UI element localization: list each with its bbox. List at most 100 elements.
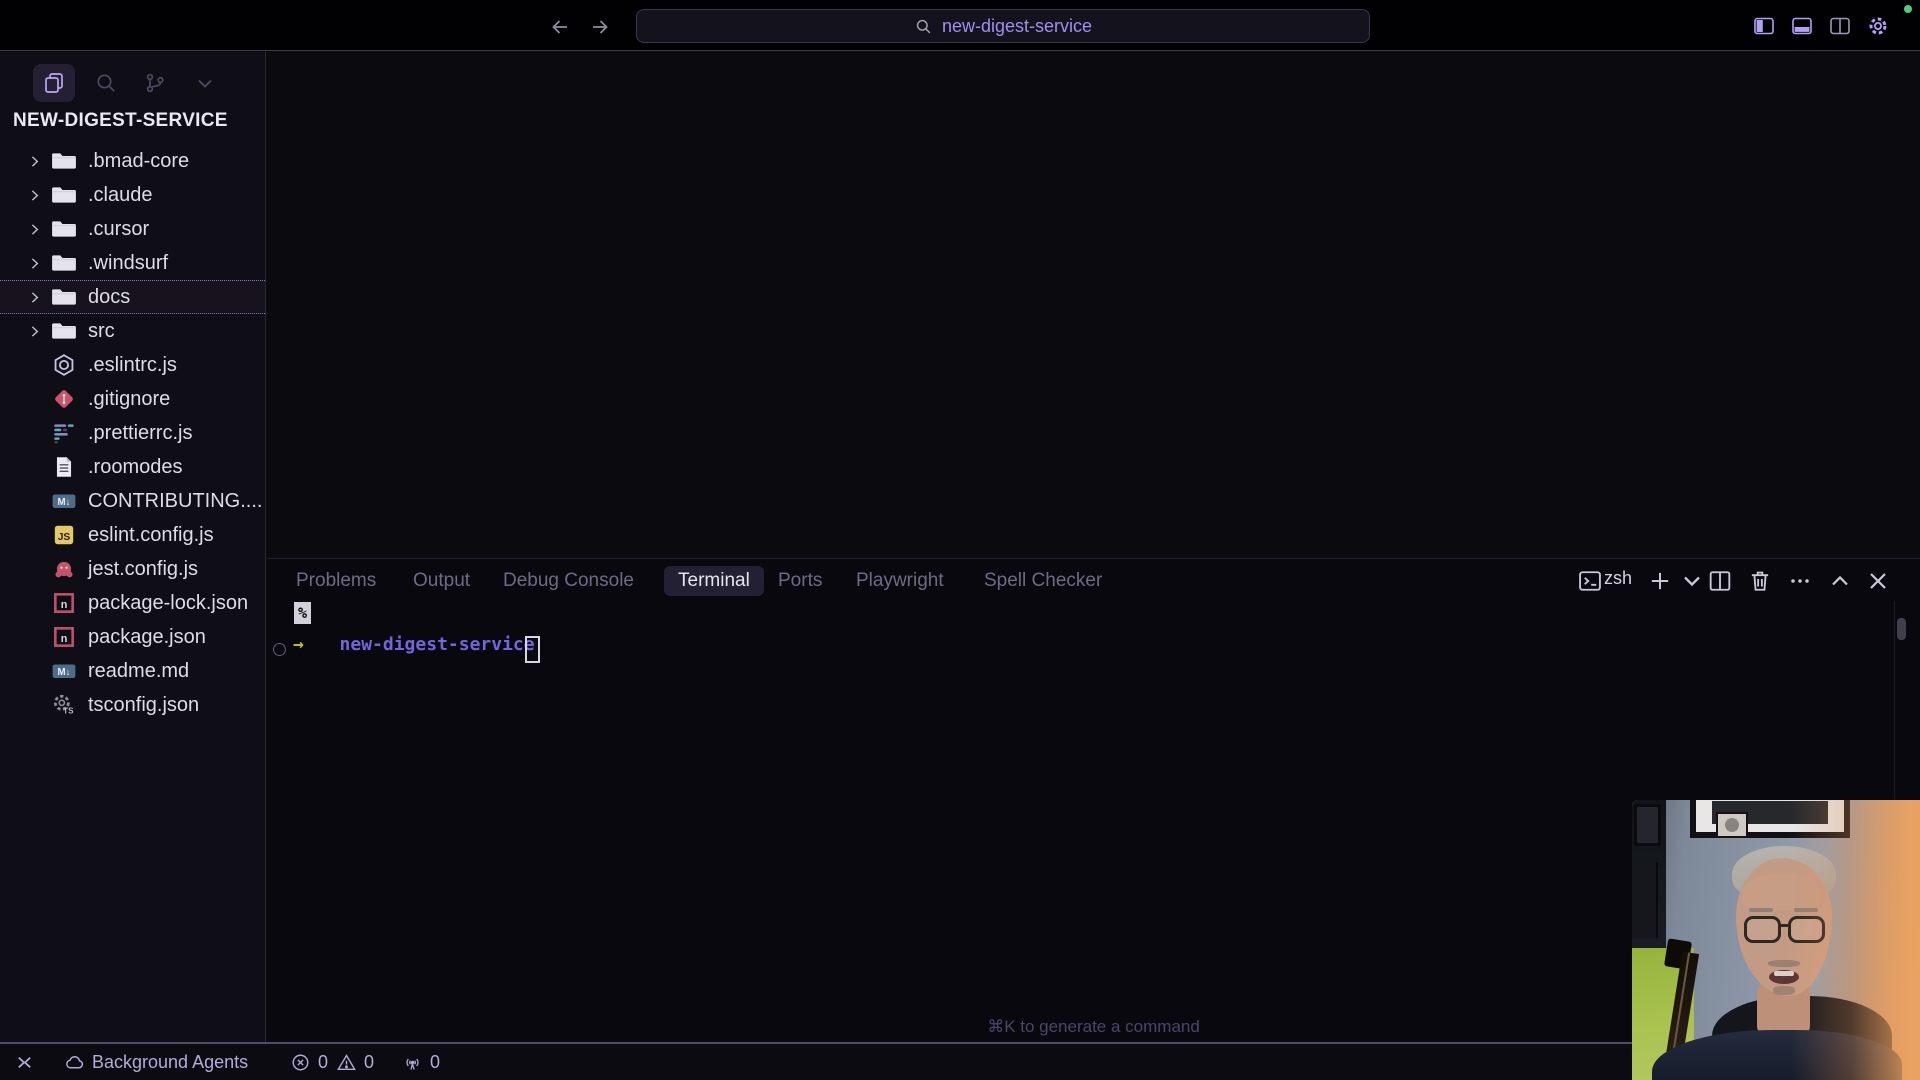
search-icon bbox=[916, 19, 931, 33]
tree-item-readme[interactable]: M↓ readme.md bbox=[0, 654, 265, 688]
background-agents-item[interactable]: Background Agents bbox=[64, 1044, 248, 1080]
broadcast-item[interactable]: 0 bbox=[402, 1044, 440, 1080]
tab-playwright[interactable]: Playwright bbox=[856, 566, 944, 596]
eslint-icon bbox=[50, 351, 78, 379]
markdown-icon: M↓ bbox=[50, 487, 78, 515]
kill-terminal-trash-icon[interactable] bbox=[1746, 567, 1774, 595]
tab-spell-checker[interactable]: Spell Checker bbox=[984, 566, 1102, 596]
chevron-right-icon bbox=[31, 291, 39, 303]
warning-count: 0 bbox=[364, 1051, 375, 1072]
tree-item-src[interactable]: src bbox=[0, 314, 265, 348]
tree-item-package-lock[interactable]: n package-lock.json bbox=[0, 586, 265, 620]
problems-warnings-item[interactable]: 0 bbox=[336, 1044, 374, 1080]
error-count: 0 bbox=[318, 1051, 329, 1072]
tree-item-bmad-core[interactable]: .bmad-core bbox=[0, 144, 265, 178]
svg-text:JS: JS bbox=[58, 532, 71, 543]
chevron-right-icon bbox=[31, 325, 39, 337]
split-editor-icon[interactable] bbox=[1828, 14, 1852, 38]
settings-gear-icon[interactable] bbox=[1866, 14, 1890, 38]
tree-item-contributing[interactable]: M↓ CONTRIBUTING.... bbox=[0, 484, 265, 518]
tab-debug-console[interactable]: Debug Console bbox=[503, 566, 634, 596]
explorer-tab-button[interactable] bbox=[33, 64, 75, 102]
toggle-sidebar-icon[interactable] bbox=[1752, 14, 1776, 38]
npm-icon: n bbox=[50, 589, 78, 617]
forward-arrow-icon[interactable] bbox=[588, 15, 612, 39]
terminal-prompt-line[interactable]: → new-digest-service bbox=[293, 634, 535, 655]
project-name: NEW-DIGEST-SERVICE bbox=[13, 110, 228, 131]
svg-text:n: n bbox=[61, 633, 68, 645]
command-decoration-circle[interactable] bbox=[273, 643, 286, 656]
tree-item-jest-config[interactable]: jest.config.js bbox=[0, 552, 265, 586]
tree-item-eslint-config[interactable]: JS eslint.config.js bbox=[0, 518, 265, 552]
svg-text:M↓: M↓ bbox=[58, 667, 71, 678]
cloud-icon bbox=[66, 1055, 84, 1068]
chevron-right-icon bbox=[31, 189, 39, 201]
explorer-sidebar: NEW-DIGEST-SERVICE .bmad-core .claude .c… bbox=[0, 52, 266, 1044]
webcam-overlay bbox=[1632, 800, 1920, 1080]
remote-indicator[interactable] bbox=[14, 1044, 35, 1080]
source-control-tab-button[interactable] bbox=[134, 64, 176, 102]
terminal-scrollbar-thumb[interactable] bbox=[1897, 618, 1906, 640]
new-terminal-plus-icon[interactable] bbox=[1646, 567, 1674, 595]
tree-item-package-json[interactable]: n package.json bbox=[0, 620, 265, 654]
tree-item-claude[interactable]: .claude bbox=[0, 178, 265, 212]
files-icon bbox=[45, 73, 63, 93]
recording-dot bbox=[1904, 5, 1912, 13]
broadcast-count: 0 bbox=[430, 1051, 441, 1072]
folder-icon bbox=[50, 147, 78, 175]
editor-area bbox=[267, 52, 1920, 558]
radio-tower-icon bbox=[406, 1058, 419, 1070]
npm-icon: n bbox=[50, 623, 78, 651]
terminal-continuation-line: % bbox=[294, 602, 312, 624]
tree-item-tsconfig[interactable]: TS tsconfig.json bbox=[0, 688, 265, 722]
jest-icon bbox=[50, 555, 78, 583]
tab-output[interactable]: Output bbox=[413, 566, 470, 596]
remote-angle-brackets-icon bbox=[18, 1056, 31, 1068]
tab-ports[interactable]: Ports bbox=[778, 566, 822, 596]
tree-item-windsurf[interactable]: .windsurf bbox=[0, 246, 265, 280]
more-actions-ellipsis-icon[interactable] bbox=[1786, 567, 1814, 595]
svg-text:M↓: M↓ bbox=[58, 497, 71, 508]
terminal-cursor bbox=[525, 636, 540, 663]
close-panel-x-icon[interactable] bbox=[1864, 567, 1892, 595]
zsh-partial-line-marker: % bbox=[294, 602, 312, 624]
background-agents-label: Background Agents bbox=[92, 1051, 249, 1072]
maximize-panel-chevron-up-icon[interactable] bbox=[1826, 567, 1854, 595]
back-arrow-icon[interactable] bbox=[548, 15, 572, 39]
toggle-panel-icon[interactable] bbox=[1790, 14, 1814, 38]
folder-icon bbox=[50, 215, 78, 243]
command-center-search[interactable]: new-digest-service bbox=[636, 9, 1370, 43]
tree-item-eslintrc[interactable]: .eslintrc.js bbox=[0, 348, 265, 382]
tree-item-gitignore[interactable]: .gitignore bbox=[0, 382, 265, 416]
chevron-right-icon bbox=[31, 257, 39, 269]
search-value: new-digest-service bbox=[941, 15, 1093, 36]
launch-profile-chevron-icon[interactable] bbox=[1678, 567, 1706, 595]
javascript-icon: JS bbox=[50, 521, 78, 549]
svg-text:n: n bbox=[61, 599, 68, 611]
prompt-arrow: → bbox=[293, 634, 304, 655]
folder-icon bbox=[50, 283, 78, 311]
warning-triangle-icon bbox=[337, 1053, 356, 1070]
folder-icon bbox=[50, 317, 78, 345]
shell-label: zsh bbox=[1604, 568, 1633, 588]
tree-item-roomodes[interactable]: .roomodes bbox=[0, 450, 265, 484]
chevron-right-icon bbox=[31, 155, 39, 167]
tab-terminal[interactable]: Terminal bbox=[664, 566, 764, 596]
tab-problems[interactable]: Problems bbox=[296, 566, 376, 596]
tree-item-prettierrc[interactable]: .prettierrc.js bbox=[0, 416, 265, 450]
tree-item-cursor[interactable]: .cursor bbox=[0, 212, 265, 246]
warm-light-glow bbox=[1632, 800, 1920, 1080]
problems-errors-item[interactable]: 0 bbox=[290, 1044, 328, 1080]
svg-text:TS: TS bbox=[63, 707, 74, 716]
more-views-button[interactable] bbox=[184, 64, 226, 102]
split-terminal-icon[interactable] bbox=[1706, 567, 1734, 595]
title-bar: new-digest-service bbox=[0, 0, 1920, 51]
markdown-icon: M↓ bbox=[50, 657, 78, 685]
git-branch-icon bbox=[146, 73, 164, 93]
chevron-down-icon bbox=[198, 79, 212, 88]
search-tab-button[interactable] bbox=[85, 64, 127, 102]
sidebar-icon-row bbox=[0, 62, 266, 110]
error-circle-icon bbox=[292, 1054, 309, 1070]
git-icon bbox=[50, 385, 78, 413]
tree-item-docs-selected[interactable]: docs bbox=[0, 280, 265, 314]
